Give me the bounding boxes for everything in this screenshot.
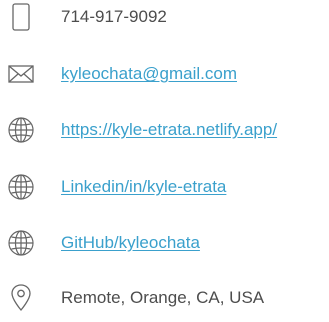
location-text: Remote, Orange, CA, USA	[61, 288, 265, 307]
website-link[interactable]: https://kyle-etrata.netlify.app/	[61, 120, 277, 140]
mail-icon	[0, 57, 42, 91]
contact-item-email[interactable]: kyleochata@gmail.com	[0, 57, 329, 91]
contact-item-github[interactable]: GitHub/kyleochata	[0, 226, 329, 260]
contact-item-website[interactable]: https://kyle-etrata.netlify.app/	[0, 113, 329, 147]
github-link[interactable]: GitHub/kyleochata	[61, 233, 200, 253]
email-link[interactable]: kyleochata@gmail.com	[61, 64, 237, 84]
linkedin-link[interactable]: Linkedin/in/kyle-etrata	[61, 177, 226, 197]
contact-item-location: Remote, Orange, CA, USA	[0, 281, 329, 315]
phone-icon	[0, 0, 42, 34]
globe-icon	[0, 113, 42, 147]
contact-item-linkedin[interactable]: Linkedin/in/kyle-etrata	[0, 170, 329, 204]
location-pin-icon	[0, 281, 42, 315]
globe-icon	[0, 170, 42, 204]
contact-list: 714-917-9092 kyleochata@gmail.com https:…	[0, 0, 329, 322]
contact-item-phone: 714-917-9092	[0, 0, 329, 34]
globe-icon	[0, 226, 42, 260]
phone-number: 714-917-9092	[61, 7, 167, 26]
